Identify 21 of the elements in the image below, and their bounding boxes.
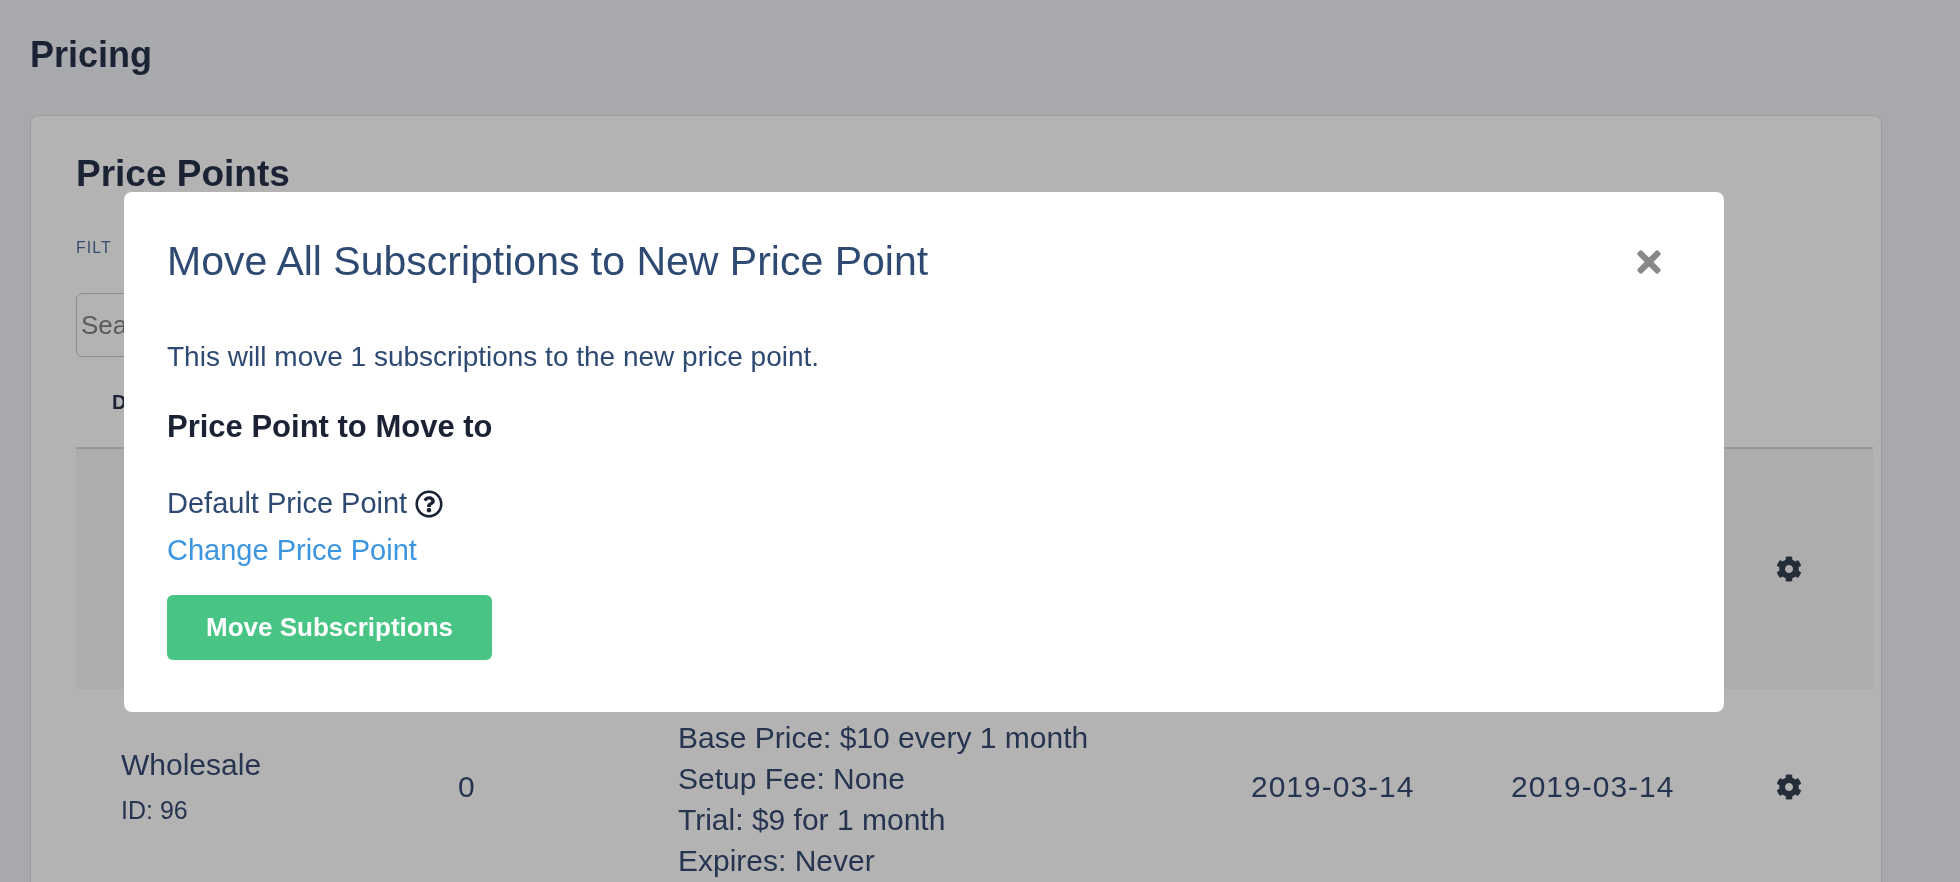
help-icon[interactable] — [415, 489, 444, 518]
modal-message: This will move 1 subscriptions to the new price point. — [167, 341, 821, 373]
section-heading: Price Point to Move to — [167, 409, 494, 445]
modal-title: Move All Subscriptions to New Price Point — [167, 238, 929, 285]
change-price-point-link[interactable]: Change Price Point — [167, 534, 417, 567]
price-point-id: ID: 96 — [121, 796, 189, 825]
pricing-detail: Base Price: $10 every 1 month — [678, 720, 1090, 756]
move-subscriptions-button[interactable]: Move Subscriptions — [167, 595, 492, 660]
updated-date: 2019-03-14 — [1511, 769, 1676, 804]
subscription-count: 0 — [458, 769, 476, 804]
page-title: Pricing — [30, 33, 154, 77]
settings-icon[interactable] — [1776, 556, 1802, 582]
settings-icon[interactable] — [1776, 773, 1802, 800]
pricing-detail: Trial: $9 for 1 month — [678, 802, 947, 838]
price-point-name: Wholesale — [121, 748, 263, 782]
created-date: 2019-03-14 — [1251, 769, 1416, 804]
filter-label: FILT — [76, 239, 112, 257]
current-price-point: Default Price Point — [167, 487, 408, 520]
pricing-detail: Setup Fee: None — [678, 761, 906, 797]
card-title: Price Points — [76, 156, 291, 192]
pricing-detail: Expires: Never — [678, 843, 876, 879]
